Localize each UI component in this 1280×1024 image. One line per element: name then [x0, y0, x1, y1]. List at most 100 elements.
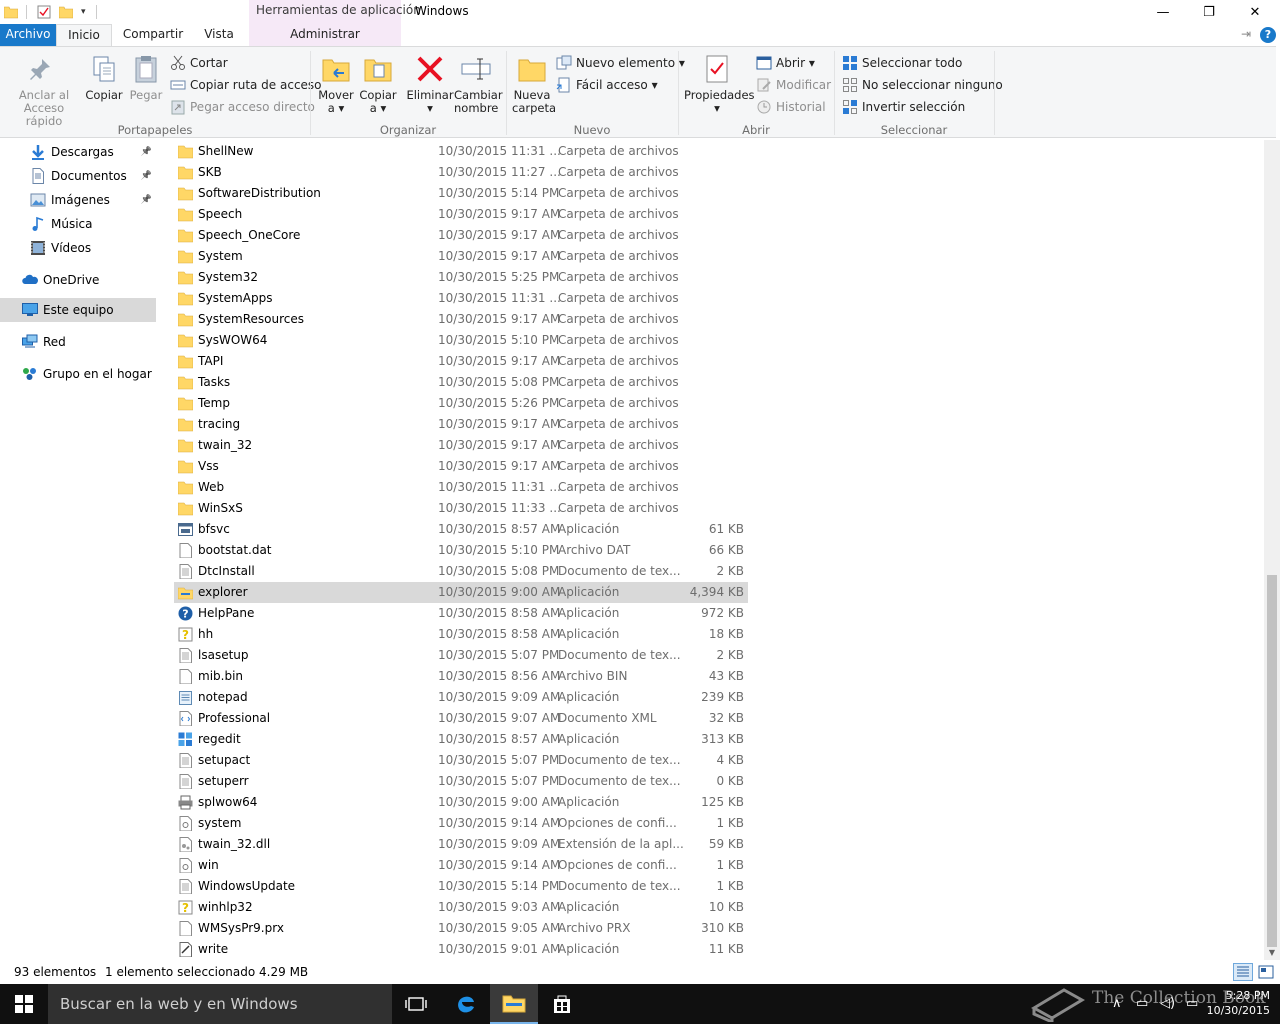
- cut-button[interactable]: Cortar: [170, 53, 228, 73]
- vertical-scrollbar[interactable]: ▼: [1264, 140, 1280, 960]
- easy-access-button[interactable]: Fácil acceso ▾: [556, 75, 658, 95]
- rename-button[interactable]: Cambiar nombre: [454, 53, 503, 115]
- file-row[interactable]: SysWOW64 10/30/2015 5:10 PM Carpeta de arc…: [174, 330, 748, 351]
- file-row[interactable]: bootstat.dat 10/30/2015 5:10 PM Archivo DA…: [174, 540, 748, 561]
- file-row[interactable]: system 10/30/2015 9:14 AM Opciones de conf…: [174, 813, 748, 834]
- nav-item-onedrive[interactable]: OneDrive: [0, 268, 156, 292]
- file-row[interactable]: regedit 10/30/2015 8:57 AM Aplicación 313 K…: [174, 729, 748, 750]
- nav-item-grupo-en-el-hogar[interactable]: Grupo en el hogar: [0, 362, 156, 386]
- pin-ribbon-icon[interactable]: ⇥: [1236, 24, 1256, 46]
- file-row[interactable]: Tasks 10/30/2015 5:08 PM Carpeta de archiv…: [174, 372, 748, 393]
- nav-item-red[interactable]: Red: [0, 330, 156, 354]
- taskbar-clock[interactable]: 5:28 PM 10/30/2015: [1207, 988, 1270, 1018]
- edge-button[interactable]: [442, 984, 490, 1024]
- tab-file[interactable]: Archivo: [0, 24, 56, 46]
- scrollbar-thumb[interactable]: [1267, 575, 1277, 947]
- copy-to-button[interactable]: Copiar a ▾: [358, 53, 398, 115]
- file-explorer-taskbar-button[interactable]: [490, 984, 538, 1024]
- file-row[interactable]: WMSysPr9.prx 10/30/2015 9:05 AM Archivo PR…: [174, 918, 748, 939]
- file-row[interactable]: setuperr 10/30/2015 5:07 PM Documento de t…: [174, 771, 748, 792]
- help-icon[interactable]: ?: [1260, 27, 1276, 43]
- file-row[interactable]: bfsvc 10/30/2015 8:57 AM Aplicación 61 KB: [174, 519, 748, 540]
- file-row[interactable]: SystemApps 10/30/2015 11:31 ... Carpeta de…: [174, 288, 748, 309]
- file-row[interactable]: setupact 10/30/2015 5:07 PM Documento de t…: [174, 750, 748, 771]
- file-row[interactable]: System32 10/30/2015 5:25 PM Carpeta de arc…: [174, 267, 748, 288]
- file-row[interactable]: ? HelpPane 10/30/2015 8:58 AM Aplicación 972…: [174, 603, 748, 624]
- file-row[interactable]: win 10/30/2015 9:14 AM Opciones de confi..…: [174, 855, 748, 876]
- file-row[interactable]: SKB 10/30/2015 11:27 ... Carpeta de archiv…: [174, 162, 748, 183]
- file-row[interactable]: TAPI 10/30/2015 9:17 AM Carpeta de archivo…: [174, 351, 748, 372]
- tab-share[interactable]: Compartir: [116, 24, 190, 46]
- file-row[interactable]: tracing 10/30/2015 9:17 AM Carpeta de arch…: [174, 414, 748, 435]
- file-row[interactable]: explorer 10/30/2015 9:00 AM Aplicación 4,39…: [174, 582, 748, 603]
- scroll-down-arrow-icon[interactable]: ▼: [1264, 946, 1280, 960]
- new-folder-button[interactable]: Nueva carpeta: [512, 53, 556, 115]
- copy-button[interactable]: Copiar: [84, 53, 124, 102]
- file-row[interactable]: splwow64 10/30/2015 9:00 AM Aplicación 125 …: [174, 792, 748, 813]
- paste-shortcut-button[interactable]: Pegar acceso directo: [170, 97, 315, 117]
- customize-qat-icon[interactable]: ▾: [81, 7, 86, 17]
- nav-item-vídeos[interactable]: Vídeos: [0, 236, 156, 260]
- file-row[interactable]: DtcInstall 10/30/2015 5:08 PM Documento de…: [174, 561, 748, 582]
- network-tray-icon[interactable]: ▭: [1136, 996, 1148, 1011]
- file-row[interactable]: Speech_OneCore 10/30/2015 9:17 AM Carpeta …: [174, 225, 748, 246]
- store-button[interactable]: [538, 984, 586, 1024]
- large-icons-view-button[interactable]: [1256, 963, 1276, 981]
- start-button[interactable]: [0, 984, 48, 1024]
- tab-home[interactable]: Inicio: [56, 24, 112, 46]
- open-label: Abrir ▾: [776, 56, 815, 70]
- properties-button[interactable]: Propiedades ▾: [684, 53, 755, 115]
- file-row[interactable]: ShellNew 10/30/2015 11:31 ... Carpeta de a…: [174, 141, 748, 162]
- history-button[interactable]: Historial: [756, 97, 826, 117]
- new-item-button[interactable]: Nuevo elemento ▾: [556, 53, 685, 73]
- tab-manage[interactable]: Administrar: [249, 24, 401, 46]
- open-button[interactable]: Abrir ▾: [756, 53, 815, 73]
- move-to-button[interactable]: Mover a ▾: [316, 53, 356, 115]
- quick-access-toolbar: ▾: [4, 4, 97, 20]
- file-row[interactable]: System 10/30/2015 9:17 AM Carpeta de archi…: [174, 246, 748, 267]
- volume-icon[interactable]: ◁): [1160, 996, 1175, 1011]
- file-row[interactable]: SystemResources 10/30/2015 9:17 AM Carpeta…: [174, 309, 748, 330]
- file-row[interactable]: ? hh 10/30/2015 8:58 AM Aplicación 18 KB: [174, 624, 748, 645]
- paste-button[interactable]: Pegar: [126, 53, 166, 102]
- select-none-button[interactable]: No seleccionar ninguno: [842, 75, 1003, 95]
- restore-button[interactable]: ❐: [1186, 0, 1232, 24]
- file-row[interactable]: Vss 10/30/2015 9:17 AM Carpeta de archivos: [174, 456, 748, 477]
- file-row[interactable]: WinSxS 10/30/2015 11:33 ... Carpeta de arc…: [174, 498, 748, 519]
- file-row[interactable]: mib.bin 10/30/2015 8:56 AM Archivo BIN 43 K…: [174, 666, 748, 687]
- taskbar-search-box[interactable]: Buscar en la web y en Windows: [48, 984, 392, 1024]
- invert-selection-button[interactable]: Invertir selección: [842, 97, 965, 117]
- delete-button[interactable]: Eliminar ▾: [406, 53, 454, 115]
- details-view-button[interactable]: [1233, 963, 1253, 981]
- file-row[interactable]: WindowsUpdate 10/30/2015 5:14 PM Documento…: [174, 876, 748, 897]
- new-folder-icon[interactable]: [59, 5, 73, 19]
- file-row[interactable]: lsasetup 10/30/2015 5:07 PM Documento de t…: [174, 645, 748, 666]
- file-row[interactable]: Temp 10/30/2015 5:26 PM Carpeta de archivo…: [174, 393, 748, 414]
- select-all-button[interactable]: Seleccionar todo: [842, 53, 962, 73]
- pin-quick-access-button[interactable]: Anclar al Acceso rápido: [6, 53, 82, 128]
- file-row[interactable]: write 10/30/2015 9:01 AM Aplicación 11 KB: [174, 939, 748, 960]
- nav-item-música[interactable]: Música: [0, 212, 156, 236]
- nav-item-descargas[interactable]: Descargas 📌: [0, 140, 156, 164]
- task-view-button[interactable]: [392, 984, 440, 1024]
- properties-icon[interactable]: [37, 5, 51, 19]
- file-row[interactable]: Speech 10/30/2015 9:17 AM Carpeta de archi…: [174, 204, 748, 225]
- file-row[interactable]: Professional 10/30/2015 9:07 AM Documento …: [174, 708, 748, 729]
- nav-item-este-equipo[interactable]: Este equipo: [0, 298, 156, 322]
- file-name: bfsvc: [198, 522, 230, 536]
- close-button[interactable]: ✕: [1232, 0, 1278, 24]
- file-row[interactable]: twain_32 10/30/2015 9:17 AM Carpeta de arc…: [174, 435, 748, 456]
- tab-view[interactable]: Vista: [194, 24, 244, 46]
- file-row[interactable]: ? winhlp32 10/30/2015 9:03 AM Aplicación 10 …: [174, 897, 748, 918]
- minimize-button[interactable]: —: [1140, 0, 1186, 24]
- copy-path-button[interactable]: Copiar ruta de acceso: [170, 75, 322, 95]
- action-center-icon[interactable]: ▭: [1186, 996, 1198, 1011]
- show-hidden-icons-icon[interactable]: ∧: [1112, 996, 1122, 1011]
- file-row[interactable]: notepad 10/30/2015 9:09 AM Aplicación 239 K…: [174, 687, 748, 708]
- edit-button[interactable]: Modificar: [756, 75, 831, 95]
- nav-item-documentos[interactable]: Documentos 📌: [0, 164, 156, 188]
- file-row[interactable]: twain_32.dll 10/30/2015 9:09 AM Extensión …: [174, 834, 748, 855]
- file-row[interactable]: Web 10/30/2015 11:31 ... Carpeta de archiv…: [174, 477, 748, 498]
- nav-item-imágenes[interactable]: Imágenes 📌: [0, 188, 156, 212]
- file-row[interactable]: SoftwareDistribution 10/30/2015 5:14 PM Ca…: [174, 183, 748, 204]
